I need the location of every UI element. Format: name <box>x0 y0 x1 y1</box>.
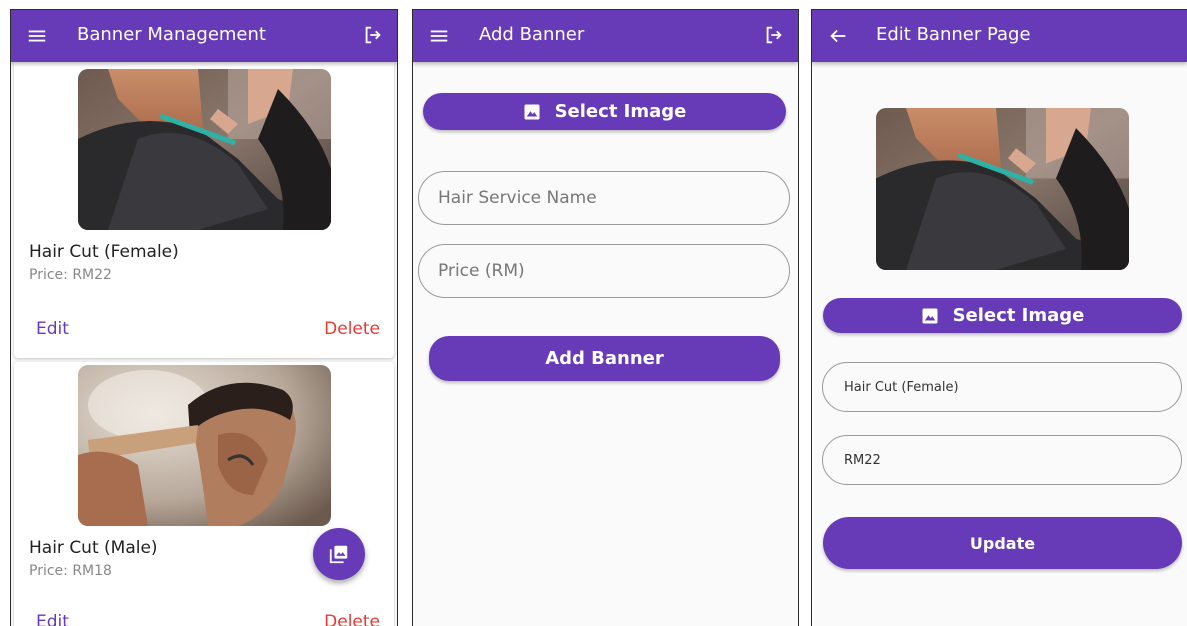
select-image-label: Select Image <box>952 305 1085 326</box>
banner-card: Hair Cut (Male) Price: RM18 Edit Delete <box>14 362 394 626</box>
price-input[interactable]: Price (RM) <box>418 244 790 298</box>
logout-icon[interactable] <box>362 24 384 46</box>
update-button[interactable]: Update <box>823 517 1182 569</box>
image-icon <box>922 308 938 323</box>
add-banner-fab[interactable] <box>313 528 365 580</box>
menu-icon[interactable] <box>428 25 450 47</box>
edit-banner-screen: Edit Banner Page Select Image Hair Cut (… <box>811 9 1187 626</box>
service-name-input[interactable]: Hair Service Name <box>418 171 790 225</box>
service-name-placeholder: Hair Service Name <box>438 188 597 208</box>
banner-title: Hair Cut (Male) <box>29 538 158 558</box>
app-bar: Add Banner <box>413 10 798 62</box>
edit-button[interactable]: Edit <box>36 612 69 626</box>
add-banner-button[interactable]: Add Banner <box>429 336 780 381</box>
banner-price: Price: RM18 <box>29 563 112 579</box>
logout-icon[interactable] <box>763 24 785 46</box>
banner-title: Hair Cut (Female) <box>29 242 179 262</box>
banner-image <box>78 365 331 526</box>
banner-card: Hair Cut (Female) Price: RM22 Edit Delet… <box>14 46 394 358</box>
banner-preview-image <box>876 108 1129 270</box>
app-bar: Edit Banner Page <box>812 10 1187 62</box>
banner-image <box>78 69 331 230</box>
delete-button[interactable]: Delete <box>324 612 380 626</box>
image-icon <box>524 104 540 119</box>
price-input[interactable]: RM22 <box>822 435 1182 485</box>
photo-library-icon <box>329 545 348 564</box>
service-name-input[interactable]: Hair Cut (Female) <box>822 362 1182 412</box>
select-image-button[interactable]: Select Image <box>423 93 786 130</box>
select-image-button[interactable]: Select Image <box>823 298 1182 333</box>
app-bar: Banner Management <box>11 10 397 62</box>
price-placeholder: Price (RM) <box>438 261 525 281</box>
add-banner-label: Add Banner <box>545 348 664 369</box>
price-value: RM22 <box>844 452 881 468</box>
banner-management-screen: Banner Management Hair Cut (Female) Pric… <box>10 9 398 626</box>
page-title: Edit Banner Page <box>876 24 1031 45</box>
edit-button[interactable]: Edit <box>36 319 69 339</box>
add-banner-screen: Add Banner Select Image Hair Service Nam… <box>412 9 799 626</box>
page-title: Add Banner <box>479 24 585 45</box>
service-name-value: Hair Cut (Female) <box>844 379 959 395</box>
delete-button[interactable]: Delete <box>324 319 380 339</box>
update-label: Update <box>969 533 1036 553</box>
arrow-back-icon[interactable] <box>827 25 849 47</box>
page-title: Banner Management <box>77 24 266 45</box>
menu-icon[interactable] <box>26 25 48 47</box>
banner-price: Price: RM22 <box>29 267 112 283</box>
select-image-label: Select Image <box>554 101 687 122</box>
